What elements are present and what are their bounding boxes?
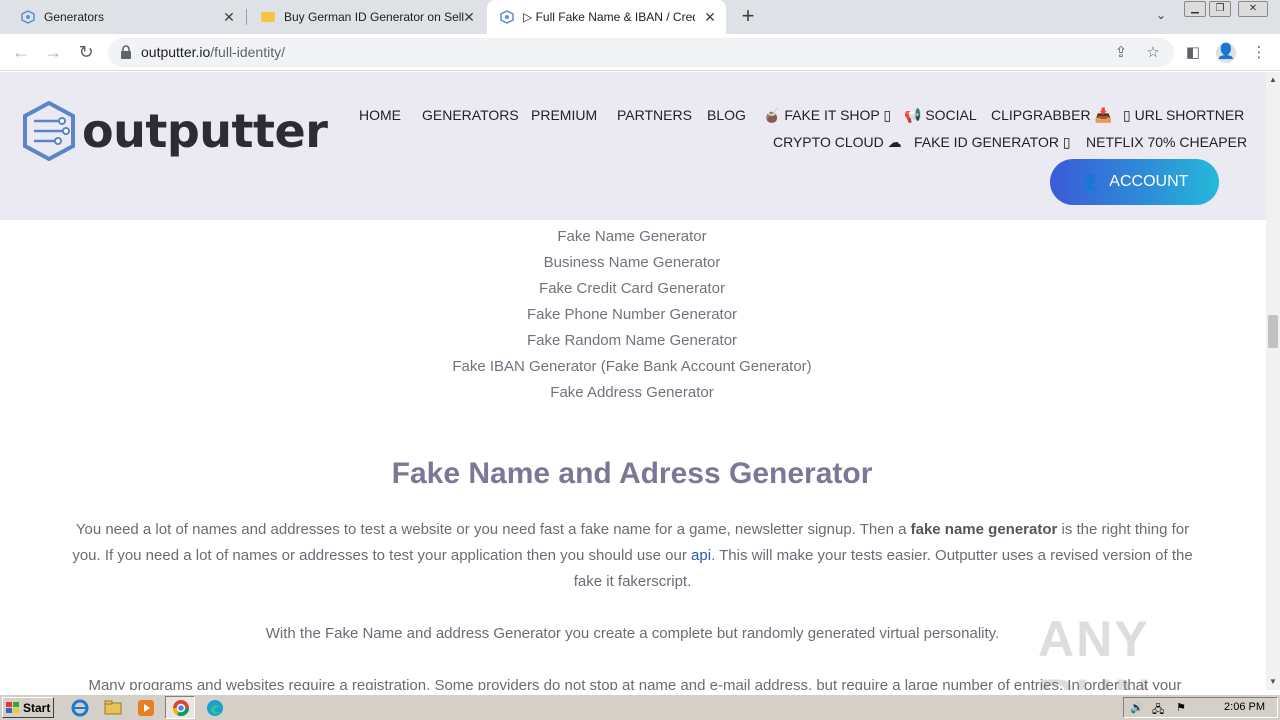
para1-bold: fake name generator [910, 521, 1058, 538]
tab-title: ▷ Full Fake Name & IBAN / Credit Card [523, 10, 695, 24]
minimize-icon[interactable]: ▁ [1184, 1, 1206, 17]
browser-toolbar: ← → ↻ outputter.io/full-identity/ ⇪ ☆ ◧ … [0, 34, 1280, 71]
logo-text: outputter [82, 104, 328, 158]
start-button[interactable]: Start [2, 697, 54, 718]
url-path: /full-identity/ [210, 44, 285, 60]
nav-fake-id-generator[interactable]: FAKE ID GENERATOR ▯ [914, 134, 1071, 151]
nav-blog[interactable]: BLOG [707, 107, 746, 123]
share-icon[interactable]: ⇪ [1112, 44, 1130, 62]
profile-avatar-icon[interactable]: 👤 [1216, 43, 1236, 63]
link-fake-name-generator[interactable]: Fake Name Generator [0, 228, 1264, 245]
link-business-name-generator[interactable]: Business Name Generator [0, 254, 1264, 271]
windows-logo-icon [6, 701, 19, 713]
nav-crypto-cloud[interactable]: CRYPTO CLOUD ☁ [773, 134, 902, 151]
taskbar-clock: 2:06 PM [1224, 701, 1265, 713]
scroll-up-icon[interactable]: ▲ [1269, 76, 1277, 84]
address-bar[interactable]: outputter.io/full-identity/ ⇪ ☆ [108, 38, 1174, 67]
action-center-flag-icon[interactable]: ⚑ [1176, 701, 1186, 714]
chrome-taskbar-button[interactable] [165, 696, 195, 719]
nav-url-shortner[interactable]: ▯ URL SHORTNER [1123, 107, 1244, 124]
scroll-down-icon[interactable]: ▼ [1269, 678, 1277, 686]
url-host: outputter.io [141, 44, 211, 60]
windows-taskbar: Start 🔊 🖧 ⚑ 2:06 PM [0, 694, 1280, 720]
tab-title: Buy German ID Generator on SellApp [284, 10, 464, 24]
browser-menu-icon[interactable]: ⋮ [1250, 44, 1268, 62]
api-link[interactable]: api [691, 547, 711, 564]
anyrun-watermark: ANY RUN [1038, 611, 1150, 690]
account-label: ACCOUNT [1109, 173, 1189, 190]
restore-icon[interactable]: ❐ [1209, 1, 1231, 17]
start-label: Start [23, 700, 51, 715]
tab-sellapp[interactable]: Buy German ID Generator on SellApp ✕ [240, 0, 485, 34]
close-window-icon[interactable]: ✕ [1238, 1, 1268, 17]
url-text: outputter.io/full-identity/ [141, 44, 285, 60]
side-panel-icon[interactable]: ◧ [1184, 44, 1202, 62]
site-header: outputter HOME GENERATORS PREMIUM PARTNE… [0, 72, 1266, 220]
network-icon[interactable]: 🖧 [1152, 701, 1164, 720]
nav-generators[interactable]: GENERATORS [422, 107, 519, 123]
nav-partners[interactable]: PARTNERS [617, 107, 692, 123]
new-tab-icon[interactable]: + [737, 5, 759, 27]
scroll-thumb[interactable] [1268, 315, 1278, 348]
link-fake-address-generator[interactable]: Fake Address Generator [0, 384, 1264, 401]
link-fake-iban-generator[interactable]: Fake IBAN Generator (Fake Bank Account G… [0, 358, 1264, 375]
nav-netflix[interactable]: NETFLIX 70% CHEAPER [1086, 134, 1247, 150]
forward-icon[interactable]: → [42, 41, 64, 63]
volume-icon[interactable]: 🔊 [1130, 701, 1144, 714]
site-logo[interactable]: outputter [22, 101, 328, 161]
nav-fake-it-shop[interactable]: 🧉 FAKE IT SHOP ▯ [763, 107, 891, 124]
tab-close-icon[interactable]: ✕ [461, 9, 477, 25]
file-explorer-icon[interactable] [104, 699, 122, 717]
link-fake-phone-number-generator[interactable]: Fake Phone Number Generator [0, 306, 1264, 323]
outputter-logo-icon [23, 101, 75, 161]
link-fake-credit-card-generator[interactable]: Fake Credit Card Generator [0, 280, 1264, 297]
tab-title: Generators [44, 10, 105, 24]
lock-icon [121, 45, 131, 59]
tab-full-identity[interactable]: ▷ Full Fake Name & IBAN / Credit Card ✕ [487, 0, 726, 34]
user-icon: 👤 [1080, 174, 1100, 191]
tab-close-icon[interactable]: ✕ [702, 9, 718, 25]
nav-clipgrabber[interactable]: CLIPGRABBER 📥 [991, 107, 1112, 124]
nav-home[interactable]: HOME [359, 107, 401, 123]
reload-icon[interactable]: ↻ [75, 41, 97, 63]
section-heading: Fake Name and Adress Generator [391, 457, 873, 490]
tab-search-chevron-icon[interactable]: ⌄ [1152, 8, 1170, 26]
page-scrollbar[interactable]: ▲ ▼ [1266, 72, 1280, 690]
nav-social[interactable]: 📢 SOCIAL [904, 107, 977, 124]
chrome-icon [172, 700, 190, 717]
outputter-favicon-icon [20, 9, 36, 25]
media-player-icon[interactable] [137, 699, 155, 717]
sellapp-favicon-icon [260, 9, 276, 25]
back-icon[interactable]: ← [10, 41, 32, 63]
page-viewport: outputter HOME GENERATORS PREMIUM PARTNE… [0, 72, 1266, 690]
link-fake-random-name-generator[interactable]: Fake Random Name Generator [0, 332, 1264, 349]
outputter-favicon-icon [499, 9, 515, 25]
system-tray: 🔊 🖧 ⚑ 2:06 PM [1123, 697, 1278, 718]
intro-paragraph: You need a lot of names and addresses to… [70, 517, 1195, 595]
edge-icon[interactable] [206, 699, 224, 717]
internet-explorer-icon[interactable] [71, 699, 89, 717]
browser-tab-bar: Generators ✕ Buy German ID Generator on … [0, 0, 1280, 34]
registration-paragraph: Many programs and websites require a reg… [88, 677, 1182, 690]
nav-premium[interactable]: PREMIUM [531, 107, 597, 123]
account-button[interactable]: 👤 ACCOUNT [1050, 159, 1219, 205]
personality-paragraph: With the Fake Name and address Generator… [265, 625, 1000, 642]
para1-text-a: You need a lot of names and addresses to… [75, 521, 911, 538]
bookmark-star-icon[interactable]: ☆ [1144, 44, 1162, 62]
tab-generators[interactable]: Generators ✕ [0, 0, 245, 34]
tab-close-icon[interactable]: ✕ [221, 9, 237, 25]
